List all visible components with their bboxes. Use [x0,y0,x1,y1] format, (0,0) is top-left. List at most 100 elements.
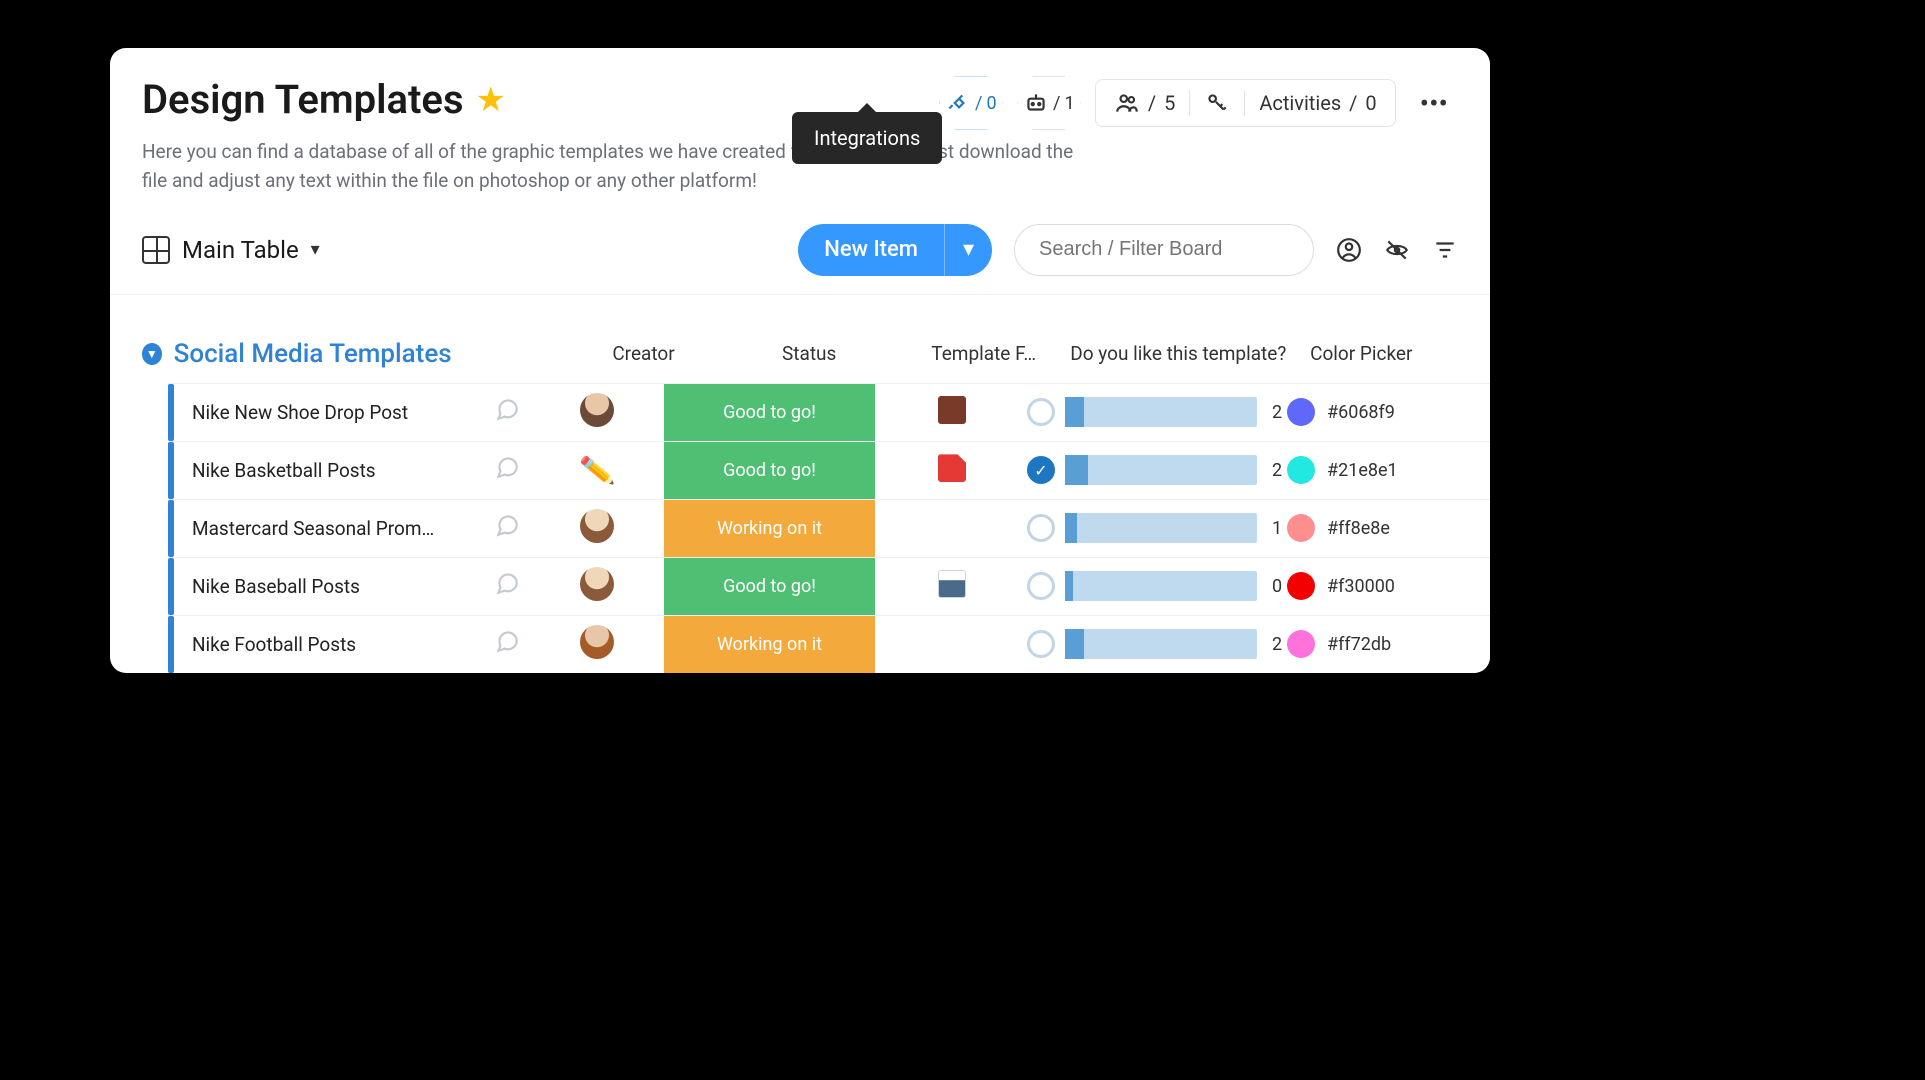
star-icon[interactable]: ★ [476,80,506,120]
status-cell[interactable]: Good to go! [662,558,877,615]
item-name[interactable]: Nike Football Posts [192,633,482,656]
vote-cell[interactable]: ✓2 [1027,455,1287,485]
more-icon[interactable]: ••• [1410,81,1458,126]
collapse-toggle[interactable]: ▼ [142,343,162,365]
view-label: Main Table [182,236,299,264]
person-icon[interactable] [1336,237,1362,263]
item-name[interactable]: Mastercard Seasonal Prom… [192,517,482,540]
col-creator[interactable]: Creator [586,342,702,365]
item-name[interactable]: Nike New Shoe Drop Post [192,401,482,424]
color-cell[interactable]: #6068f9 [1287,398,1457,426]
comment-icon[interactable] [482,396,532,429]
avatar [580,625,614,659]
file-cell[interactable] [877,396,1027,428]
color-cell[interactable]: #21e8e1 [1287,456,1457,484]
vote-count: 2 [1267,634,1287,655]
integrations-tooltip: Integrations [792,112,942,164]
file-cell[interactable] [877,454,1027,486]
activities-sep: / [1349,91,1357,115]
row-accent [168,384,174,441]
color-swatch [1287,398,1315,426]
members-activities-box[interactable]: / 5 Activities / 0 [1095,79,1396,127]
members-count: 5 [1164,91,1175,115]
permissions-icon [1204,90,1230,116]
board-header: Design Templates ★ / 0 / 1 / 5 [110,76,1490,196]
chevron-down-icon: ▾ [311,239,320,260]
board-panel: Design Templates ★ / 0 / 1 / 5 [110,48,1490,673]
top-actions: / 0 / 1 / 5 Activities / 0 [939,76,1458,130]
table-row[interactable]: Nike Football Posts Working on it 2#ff72db [168,615,1490,673]
color-cell[interactable]: #ff8e8e [1287,514,1457,542]
view-switch[interactable]: Main Table ▾ [142,236,320,264]
color-cell[interactable]: #f30000 [1287,572,1457,600]
color-swatch [1287,572,1315,600]
color-hex: #ff8e8e [1327,518,1390,539]
table-row[interactable]: Mastercard Seasonal Prom… Working on it 1 #… [168,499,1490,557]
vote-toggle[interactable] [1027,398,1055,426]
board-description: Here you can find a database of all of t… [142,137,1092,196]
item-name[interactable]: Nike Basketball Posts [192,459,482,482]
automations-count: 1 [1064,93,1074,114]
item-name[interactable]: Nike Baseball Posts [192,575,482,598]
table-icon [142,236,170,264]
file-thumb [938,396,966,424]
plug-icon [945,90,971,116]
table-row[interactable]: Nike New Shoe Drop Post Good to go! 2 #6068… [168,383,1490,441]
creator-cell[interactable]: ✏️ [532,454,662,487]
col-file[interactable]: Template F… [917,342,1051,365]
vote-toggle[interactable] [1027,630,1055,658]
avatar [580,567,614,601]
row-accent [168,442,174,499]
status-cell[interactable]: Working on it [662,500,877,557]
col-color[interactable]: Color Picker [1306,342,1458,365]
comment-icon[interactable] [482,628,532,661]
table-row[interactable]: Nike Baseball Posts Good to go! 0 #f30000 [168,557,1490,615]
vote-count: 0 [1267,576,1287,597]
creator-cell[interactable] [532,393,662,431]
search-input[interactable] [1014,224,1314,276]
new-item-dropdown[interactable]: ▾ [944,224,992,276]
color-cell[interactable]: #ff72db [1287,630,1457,658]
status-cell[interactable]: Working on it [662,616,877,673]
vote-toggle[interactable] [1027,572,1055,600]
vote-cell[interactable]: 1 [1027,513,1287,543]
comment-icon[interactable] [482,570,532,603]
color-swatch [1287,630,1315,658]
stat-divider [1189,90,1190,116]
table-row[interactable]: Nike Basketball Posts ✏️Good to go! ✓2 #21e… [168,441,1490,499]
file-cell[interactable] [877,570,1027,602]
vote-bar [1065,513,1257,543]
file-thumb [938,570,966,598]
col-status[interactable]: Status [713,342,905,365]
color-hex: #6068f9 [1327,402,1395,423]
row-accent [168,500,174,557]
vote-toggle[interactable] [1027,514,1055,542]
group-name[interactable]: Social Media Templates [174,339,574,369]
comment-icon[interactable] [482,454,532,487]
vote-toggle[interactable]: ✓ [1027,456,1055,484]
status-cell[interactable]: Good to go! [662,384,877,441]
vote-count: 2 [1267,402,1287,423]
rows-container: Nike New Shoe Drop Post Good to go! 2 #6068… [110,383,1490,673]
board-title: Design Templates [142,76,464,123]
filter-icon[interactable] [1432,237,1458,263]
integrations-button[interactable]: / 0 [939,76,1003,130]
col-vote[interactable]: Do you like this template? [1063,342,1295,365]
creator-cell[interactable] [532,509,662,547]
new-item-button[interactable]: New Item ▾ [798,224,992,276]
color-hex: #21e8e1 [1327,460,1398,481]
creator-cell[interactable] [532,625,662,663]
vote-bar [1065,397,1257,427]
automations-button[interactable]: / 1 [1017,76,1081,130]
activities-label: Activities [1259,91,1341,115]
vote-cell[interactable]: 2 [1027,629,1287,659]
vote-cell[interactable]: 2 [1027,397,1287,427]
color-hex: #f30000 [1327,576,1395,597]
status-cell[interactable]: Good to go! [662,442,877,499]
comment-icon[interactable] [482,512,532,545]
group-header: ▼ Social Media Templates Creator Status … [110,295,1490,383]
creator-cell[interactable] [532,567,662,605]
members-sep: / [1148,91,1156,115]
vote-cell[interactable]: 0 [1027,571,1287,601]
eye-off-icon[interactable] [1384,237,1410,263]
